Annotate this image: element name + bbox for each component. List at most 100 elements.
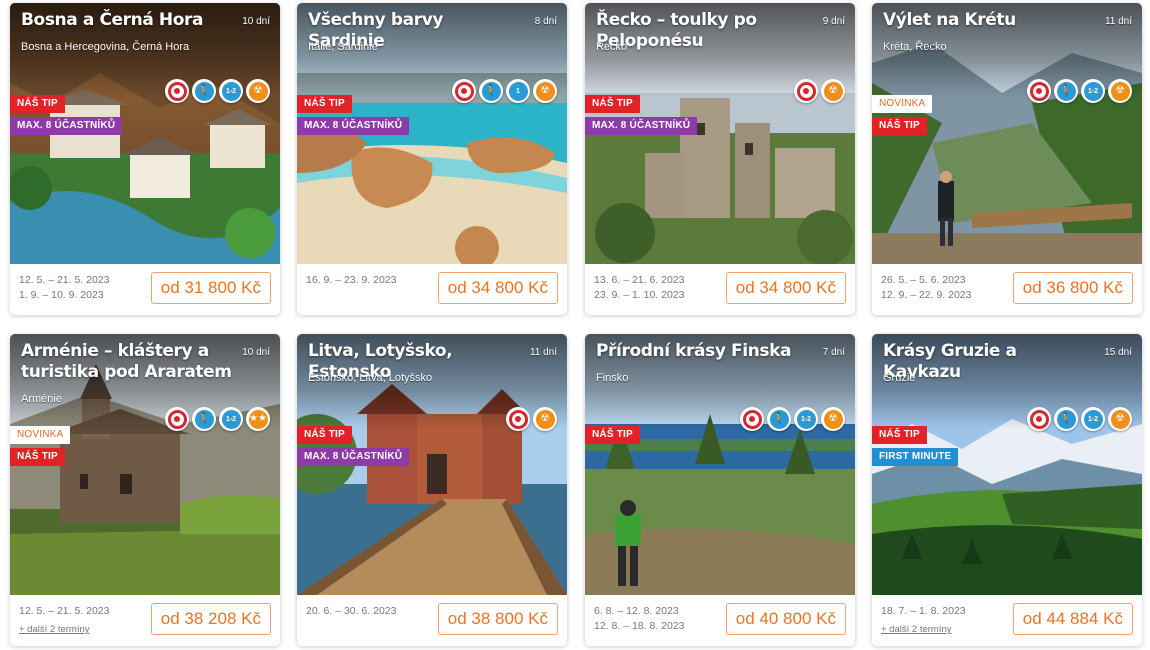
tour-card[interactable]: Řecko – toulky po Peloponésu 9 dní Řecko ☢ N… xyxy=(585,3,855,315)
difficulty-icon-glyph: 1 xyxy=(508,81,528,101)
tour-photo[interactable]: Všechny barvy Sardinie 8 dní Itálie, Sardi… xyxy=(297,3,567,264)
tour-photo[interactable]: Řecko – toulky po Peloponésu 9 dní Řecko ☢ N… xyxy=(585,3,855,264)
tour-title[interactable]: Řecko – toulky po Peloponésu xyxy=(596,10,808,52)
tip-badge: NÁŠ TIP xyxy=(585,95,640,113)
eye-icon[interactable] xyxy=(740,407,764,431)
price-button[interactable]: od 36 800 Kč xyxy=(1012,272,1133,304)
food-icon[interactable]: ☢ xyxy=(533,79,557,103)
tour-photo[interactable]: Bosna a Černá Hora 10 dní Bosna a Hercegov… xyxy=(10,3,280,264)
price-button[interactable]: od 38 208 Kč xyxy=(150,603,271,635)
tour-card[interactable]: Všechny barvy Sardinie 8 dní Itálie, Sardi… xyxy=(297,3,567,315)
tour-duration: 15 dní xyxy=(1104,347,1132,358)
tour-date-range: 12. 5. – 21. 5. 2023 xyxy=(19,605,110,617)
difficulty-icon[interactable]: 1-2 xyxy=(219,79,243,103)
tour-card[interactable]: Arménie – kláštery a turistika pod Arara… xyxy=(10,334,280,646)
hiker-icon-glyph: 🚶 xyxy=(194,409,214,429)
food-icon-glyph: ☢ xyxy=(1110,409,1130,429)
tour-date-range: 18. 7. – 1. 8. 2023 xyxy=(881,605,966,617)
tour-title[interactable]: Bosna a Černá Hora xyxy=(21,10,233,31)
tour-title[interactable]: Výlet na Krétu xyxy=(883,10,1095,31)
tour-date-range: 23. 9. – 1. 10. 2023 xyxy=(594,289,685,301)
tour-photo[interactable]: Arménie – kláštery a turistika pod Arara… xyxy=(10,334,280,595)
eye-icon[interactable] xyxy=(1027,79,1051,103)
hiker-icon[interactable]: 🚶 xyxy=(479,79,503,103)
tour-date-range: 6. 8. – 12. 8. 2023 xyxy=(594,605,679,617)
difficulty-icon[interactable]: 1-2 xyxy=(1081,407,1105,431)
price-button[interactable]: od 40 800 Kč xyxy=(725,603,846,635)
tour-photo[interactable]: Litva, Lotyšsko, Estonsko 11 dní Estonsko,… xyxy=(297,334,567,595)
food-icon-glyph: ☢ xyxy=(1110,81,1130,101)
food-icon-glyph: ☢ xyxy=(535,81,555,101)
tour-date-range: 12. 8. – 18. 8. 2023 xyxy=(594,620,685,632)
hiker-icon[interactable]: 🚶 xyxy=(192,79,216,103)
tour-dates: 6. 8. – 12. 8. 2023 12. 8. – 18. 8. 2023 xyxy=(594,604,685,634)
food-icon-glyph: ☢ xyxy=(823,409,843,429)
tour-feature-icons: 🚶 1-2 ☢ xyxy=(1027,407,1132,431)
eye-icon-glyph xyxy=(1029,409,1049,429)
food-icon[interactable]: ☢ xyxy=(1108,407,1132,431)
tour-feature-icons: 🚶 1-2 ☢ xyxy=(165,79,270,103)
first-minute-badge: FIRST MINUTE xyxy=(872,448,959,466)
tour-country: Itálie, Sardinie xyxy=(308,41,378,53)
difficulty-icon[interactable]: 1-2 xyxy=(219,407,243,431)
tip-badge: NÁŠ TIP xyxy=(872,117,927,135)
tip-badge: NÁŠ TIP xyxy=(10,95,65,113)
tour-photo[interactable]: Krásy Gruzie a Kavkazu 15 dní Gruzie 🚶 1-2 ☢ N… xyxy=(872,334,1142,595)
tour-duration: 7 dní xyxy=(822,347,845,358)
tour-country: Kréta, Řecko xyxy=(883,41,947,53)
price-button[interactable]: od 34 800 Kč xyxy=(437,272,558,304)
price-button[interactable]: od 31 800 Kč xyxy=(150,272,271,304)
eye-icon[interactable] xyxy=(1027,407,1051,431)
price-button[interactable]: od 34 800 Kč xyxy=(725,272,846,304)
food-icon[interactable]: ☢ xyxy=(821,407,845,431)
eye-icon-glyph xyxy=(167,81,187,101)
hiker-icon[interactable]: 🚶 xyxy=(192,407,216,431)
price-button[interactable]: od 44 884 Kč xyxy=(1012,603,1133,635)
food-icon[interactable]: ☢ xyxy=(533,407,557,431)
tour-card[interactable]: Krásy Gruzie a Kavkazu 15 dní Gruzie 🚶 1-2 ☢ N… xyxy=(872,334,1142,646)
tip-badge: NÁŠ TIP xyxy=(297,426,352,444)
eye-icon[interactable] xyxy=(165,79,189,103)
eye-icon[interactable] xyxy=(165,407,189,431)
tour-feature-icons: ☢ xyxy=(794,79,845,103)
difficulty-icon[interactable]: 1-2 xyxy=(794,407,818,431)
price-button[interactable]: od 38 800 Kč xyxy=(437,603,558,635)
hiker-icon[interactable]: 🚶 xyxy=(1054,79,1078,103)
difficulty-icon[interactable]: 1 xyxy=(506,79,530,103)
difficulty-icon-glyph: 1-2 xyxy=(1083,81,1103,101)
tour-dates: 20. 6. – 30. 6. 2023 xyxy=(306,604,397,619)
tour-photo[interactable]: Přírodní krásy Finska 7 dní Finsko 🚶 1-2 ☢ NÁŠ… xyxy=(585,334,855,595)
eye-icon[interactable] xyxy=(452,79,476,103)
tour-title[interactable]: Arménie – kláštery a turistika pod Arara… xyxy=(21,341,233,383)
food-icon-glyph: ☢ xyxy=(248,81,268,101)
tip-badge: NÁŠ TIP xyxy=(585,426,640,444)
difficulty-icon[interactable]: 1-2 xyxy=(1081,79,1105,103)
max-participants-badge: MAX. 8 ÚČASTNÍKŮ xyxy=(10,117,123,135)
food-icon-glyph: ☢ xyxy=(823,81,843,101)
difficulty-icon-glyph: 1-2 xyxy=(796,409,816,429)
eye-icon[interactable] xyxy=(506,407,530,431)
hiker-icon[interactable]: 🚶 xyxy=(767,407,791,431)
tour-date-range: 20. 6. – 30. 6. 2023 xyxy=(306,605,397,617)
eye-icon-glyph xyxy=(167,409,187,429)
tour-duration: 10 dní xyxy=(242,16,270,27)
eye-icon[interactable] xyxy=(794,79,818,103)
food-icon[interactable]: ☢ xyxy=(246,79,270,103)
tour-card[interactable]: Litva, Lotyšsko, Estonsko 11 dní Estonsko,… xyxy=(297,334,567,646)
food-icon[interactable]: ☢ xyxy=(821,79,845,103)
eye-icon-glyph xyxy=(1029,81,1049,101)
food-icon[interactable]: ★★ xyxy=(246,407,270,431)
hiker-icon[interactable]: 🚶 xyxy=(1054,407,1078,431)
tour-dates: 12. 5. – 21. 5. 2023 xyxy=(19,604,110,619)
tour-photo[interactable]: Výlet na Krétu 11 dní Kréta, Řecko 🚶 1-2 ☢ NOV… xyxy=(872,3,1142,264)
food-icon-glyph: ☢ xyxy=(535,409,555,429)
tour-card[interactable]: Bosna a Černá Hora 10 dní Bosna a Hercegov… xyxy=(10,3,280,315)
tour-card[interactable]: Výlet na Krétu 11 dní Kréta, Řecko 🚶 1-2 ☢ NOV… xyxy=(872,3,1142,315)
tour-date-range: 12. 5. – 21. 5. 2023 xyxy=(19,274,110,286)
tour-card[interactable]: Přírodní krásy Finska 7 dní Finsko 🚶 1-2 ☢ NÁŠ… xyxy=(585,334,855,646)
more-dates-link[interactable]: + další 2 termíny xyxy=(19,624,90,635)
food-icon[interactable]: ☢ xyxy=(1108,79,1132,103)
tour-title[interactable]: Přírodní krásy Finska xyxy=(596,341,808,362)
hiker-icon-glyph: 🚶 xyxy=(1056,81,1076,101)
more-dates-link[interactable]: + další 2 termíny xyxy=(881,624,952,635)
